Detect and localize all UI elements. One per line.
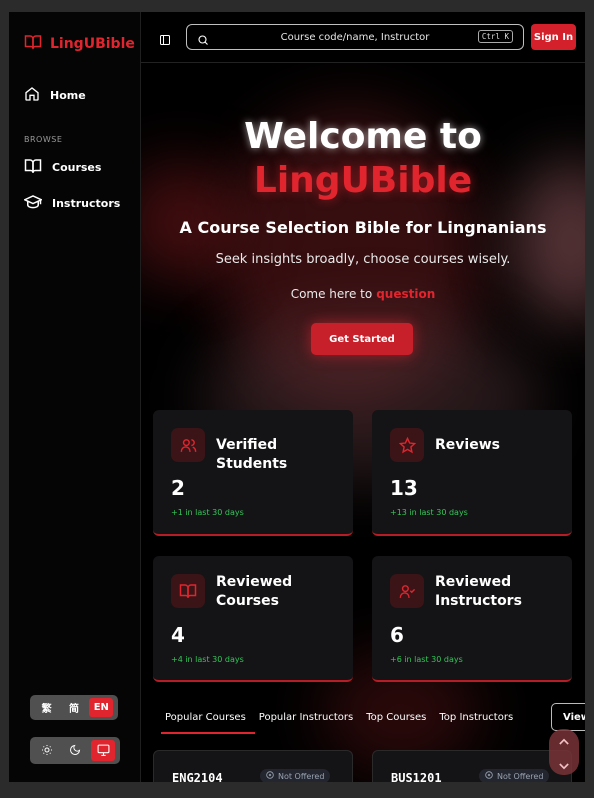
stat-value: 6 [390,623,404,647]
status-badge-label: Not Offered [278,771,325,781]
light-theme-button[interactable] [35,740,59,761]
book-open-icon [171,574,205,608]
stat-card-reviews: Reviews 13 +13 in last 30 days [372,410,572,536]
moon-icon [69,741,81,760]
hero-come-prefix: Come here to [290,287,373,301]
monitor-icon [97,741,110,760]
stat-title: Reviewed Instructors [435,574,522,609]
stat-title: Reviewed Courses [216,574,293,609]
home-icon [24,86,40,105]
scroll-down-button[interactable] [559,755,569,774]
brand-name: LingUBible [50,36,135,52]
dark-theme-button[interactable] [63,740,87,761]
graduation-cap-icon [22,194,44,213]
star-icon [390,428,424,462]
sidebar-section-label: BROWSE [24,135,63,144]
status-badge-label: Not Offered [497,771,544,781]
sidebar: LingUBible Home BROWSE Courses Instructo… [9,12,141,782]
theme-switcher [30,737,120,764]
hero-subtitle: A Course Selection Bible for Lingnanians [179,218,547,237]
course-card[interactable]: ENG2104 Not Offered [153,750,353,782]
users-icon [171,428,205,462]
course-code: ENG2104 [172,771,223,782]
sidebar-item-courses[interactable]: Courses [24,158,101,177]
stat-value: 2 [171,476,185,500]
sidebar-item-label: Instructors [52,197,121,210]
hero-title: Welcome to [244,116,482,157]
scroll-controls [549,729,579,775]
course-code: BUS1201 [391,771,442,782]
tab-top-instructors[interactable]: Top Instructors [435,712,522,732]
stat-card-reviewed-instructors: Reviewed Instructors 6 +6 in last 30 day… [372,556,572,682]
tab-popular-courses[interactable]: Popular Courses [161,712,255,734]
course-card[interactable]: BUS1201 Not Offered [372,750,572,782]
brand-logo[interactable]: LingUBible [24,34,135,54]
sidebar-item-instructors[interactable]: Instructors [22,194,121,213]
hero-brand-title: LingUBible [253,160,473,201]
stat-delta: +4 in last 30 days [171,655,244,664]
stat-card-reviewed-courses: Reviewed Courses 4 +4 in last 30 days [153,556,353,682]
book-open-icon [24,34,42,54]
user-check-icon [390,574,424,608]
main-content: Course code/name, Instructor Ctrl K Sign… [141,12,585,782]
app-frame: LingUBible Home BROWSE Courses Instructo… [9,12,585,782]
hero-tagline: Seek insights broadly, choose courses wi… [215,252,511,267]
stat-card-verified-students: Verified Students 2 +1 in last 30 days [153,410,353,536]
status-badge: Not Offered [260,769,331,782]
top-bar: Course code/name, Instructor Ctrl K Sign… [141,12,585,63]
stat-delta: +6 in last 30 days [390,655,463,664]
sign-in-button[interactable]: Sign In [531,24,576,50]
status-badge: Not Offered [479,769,550,782]
lang-traditional-button[interactable]: 繁 [35,698,59,717]
book-icon [24,158,42,177]
hero-come-word: question [376,287,436,301]
sidebar-item-label: Home [50,89,86,102]
sidebar-toggle-icon[interactable] [159,31,171,50]
lang-simplified-button[interactable]: 简 [62,698,86,717]
hero-come-line: Come here to question [141,287,585,301]
sidebar-item-label: Courses [52,161,102,174]
stat-value: 13 [390,476,418,500]
get-started-button[interactable]: Get Started [311,323,413,355]
stat-delta: +1 in last 30 days [171,508,244,517]
stat-title: Verified Students [216,437,288,472]
ranking-tabs: Popular Courses Popular Instructors Top … [161,712,522,734]
lang-english-button[interactable]: EN [89,698,114,717]
sun-icon [41,741,53,760]
stat-value: 4 [171,623,185,647]
scroll-up-button[interactable] [559,730,569,749]
language-switcher: 繁 简 EN [30,695,118,720]
x-circle-icon [485,771,493,781]
system-theme-button[interactable] [91,740,115,761]
tab-popular-instructors[interactable]: Popular Instructors [255,712,362,732]
sidebar-item-home[interactable]: Home [24,86,86,105]
x-circle-icon [266,771,274,781]
search-placeholder: Course code/name, Instructor [280,31,430,43]
search-shortcut-badge: Ctrl K [477,30,513,43]
stat-title: Reviews [435,437,500,453]
search-input[interactable]: Course code/name, Instructor Ctrl K [186,24,524,50]
tab-top-courses[interactable]: Top Courses [362,712,435,732]
stat-delta: +13 in last 30 days [390,508,468,517]
view-all-button[interactable]: View All [551,703,585,731]
